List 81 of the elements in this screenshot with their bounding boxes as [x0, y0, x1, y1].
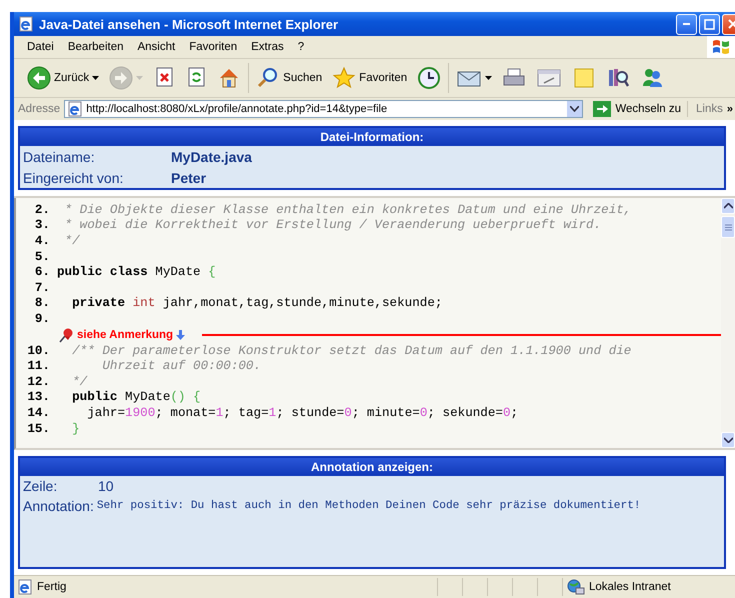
field-value: Peter [171, 170, 206, 186]
menu-item[interactable]: Bearbeiten [60, 41, 130, 53]
menu-item[interactable]: Favoriten [182, 41, 244, 53]
line-number: 15. [26, 422, 50, 436]
more-chevron[interactable]: » [726, 103, 735, 115]
line-number: 4. [34, 234, 50, 248]
panel-title: Datei-Information: [20, 128, 724, 146]
arrow-right-icon [109, 66, 134, 90]
menu-item[interactable]: Extras [244, 41, 291, 53]
scrollbar[interactable] [721, 198, 735, 448]
menu-item[interactable]: ? [290, 41, 312, 53]
line-number: 10. [26, 344, 50, 358]
menu-item[interactable]: Datei [20, 41, 61, 53]
line-number: 9. [34, 312, 50, 326]
annotation-text: Sehr positiv: Du hast auch in den Methoden Deinen Code sehr präzise dokumentiert! [96, 500, 641, 512]
address-field[interactable]: http://localhost:8080/xLx/profile/annotate.php?id=14&type=file [64, 100, 584, 118]
panel-title: Annotation anzeigen: [20, 458, 724, 476]
arrow-right-icon [593, 101, 612, 117]
line-number: 6. [34, 265, 50, 280]
zone-text: Lokales Intranet [589, 581, 671, 593]
code-line: } [71, 422, 80, 436]
line-number: 14. [26, 406, 50, 420]
status-text: Fertig [37, 581, 66, 593]
dropdown-icon[interactable] [570, 106, 580, 112]
close-icon [728, 19, 735, 29]
grip-icon [724, 224, 732, 230]
toolbar-button[interactable]: Favoriten [330, 64, 410, 92]
scroll-up-icon[interactable] [724, 203, 732, 209]
caret-icon [136, 76, 144, 80]
caret-icon [485, 76, 492, 80]
line-number: 3. [34, 218, 50, 232]
star-icon [332, 66, 356, 90]
arrow-left-icon [27, 66, 51, 90]
windows-logo-icon [712, 39, 730, 55]
scroll-down-icon[interactable] [724, 437, 732, 443]
code-line: Uhrzeit auf 00:00:00. [101, 359, 262, 374]
line-number: 5. [34, 250, 50, 264]
maximize-button[interactable] [699, 14, 720, 34]
code-line: /** Der parameterlose Konstruktor setzt das Datum auf den 1.1.1900 und die [71, 344, 632, 358]
address-label: Adresse [18, 103, 60, 115]
code-line: */ [64, 234, 80, 248]
note-icon [572, 66, 596, 90]
line-number: 8. [34, 296, 50, 310]
code-line: private int jahr,monat,tag,stunde,minute,sekunde; [71, 296, 442, 310]
address-url: http://localhost:8080/xLx/profile/annotate.php?id=14&type=file [86, 103, 388, 115]
window-title: Java-Datei ansehen - Microsoft Internet Explorer [39, 16, 340, 32]
field-label: Annotation: [23, 498, 94, 514]
toolbar-button[interactable]: Suchen [254, 64, 324, 92]
toolbar-button[interactable]: Zurück [25, 64, 102, 92]
line-number: 2. [34, 202, 50, 217]
code-line: * wobei die Korrektheit vor Erstellung / Veraenderung ueberprueft wird. [64, 218, 602, 232]
minimize-button[interactable] [676, 14, 697, 34]
code-line: * Die Objekte dieser Klasse enthalten ein konkretes Datum und eine Uhrzeit, [64, 202, 632, 217]
code-line: jahr=1900; monat=1; tag=1; stunde=0; minute=0; sekunde=0; [86, 406, 518, 420]
links-label[interactable]: Links [692, 103, 723, 115]
go-button[interactable]: Wechseln zu [587, 101, 688, 117]
line-number: 11. [26, 359, 50, 374]
line-number: 12. [26, 374, 50, 389]
line-number: 13. [26, 390, 50, 404]
scroll-thumb[interactable] [721, 216, 735, 238]
page-e-icon [67, 101, 84, 117]
field-label: Dateiname: [23, 148, 96, 164]
arrow-down-icon [176, 330, 186, 340]
page-e-icon [18, 16, 34, 32]
field-label: Zeile: [23, 478, 58, 494]
code-line: public class MyDate { [56, 265, 216, 280]
page-e-icon [17, 579, 33, 595]
maximize-icon [704, 18, 715, 30]
code-line: public MyDate() { [71, 390, 201, 404]
menu-item[interactable]: Ansicht [130, 41, 182, 53]
globe-computer-icon [567, 579, 585, 595]
people-icon [640, 66, 664, 90]
caret-icon [92, 76, 100, 80]
field-value: 10 [98, 478, 114, 494]
code-line: */ [71, 374, 88, 389]
line-number: 7. [34, 280, 50, 295]
minimize-icon [683, 23, 690, 25]
field-label: Eingereicht von: [23, 170, 124, 186]
field-value: MyDate.java [171, 148, 252, 164]
pushpin-icon [58, 326, 74, 343]
annotation-link[interactable]: siehe Anmerkung [77, 328, 174, 341]
